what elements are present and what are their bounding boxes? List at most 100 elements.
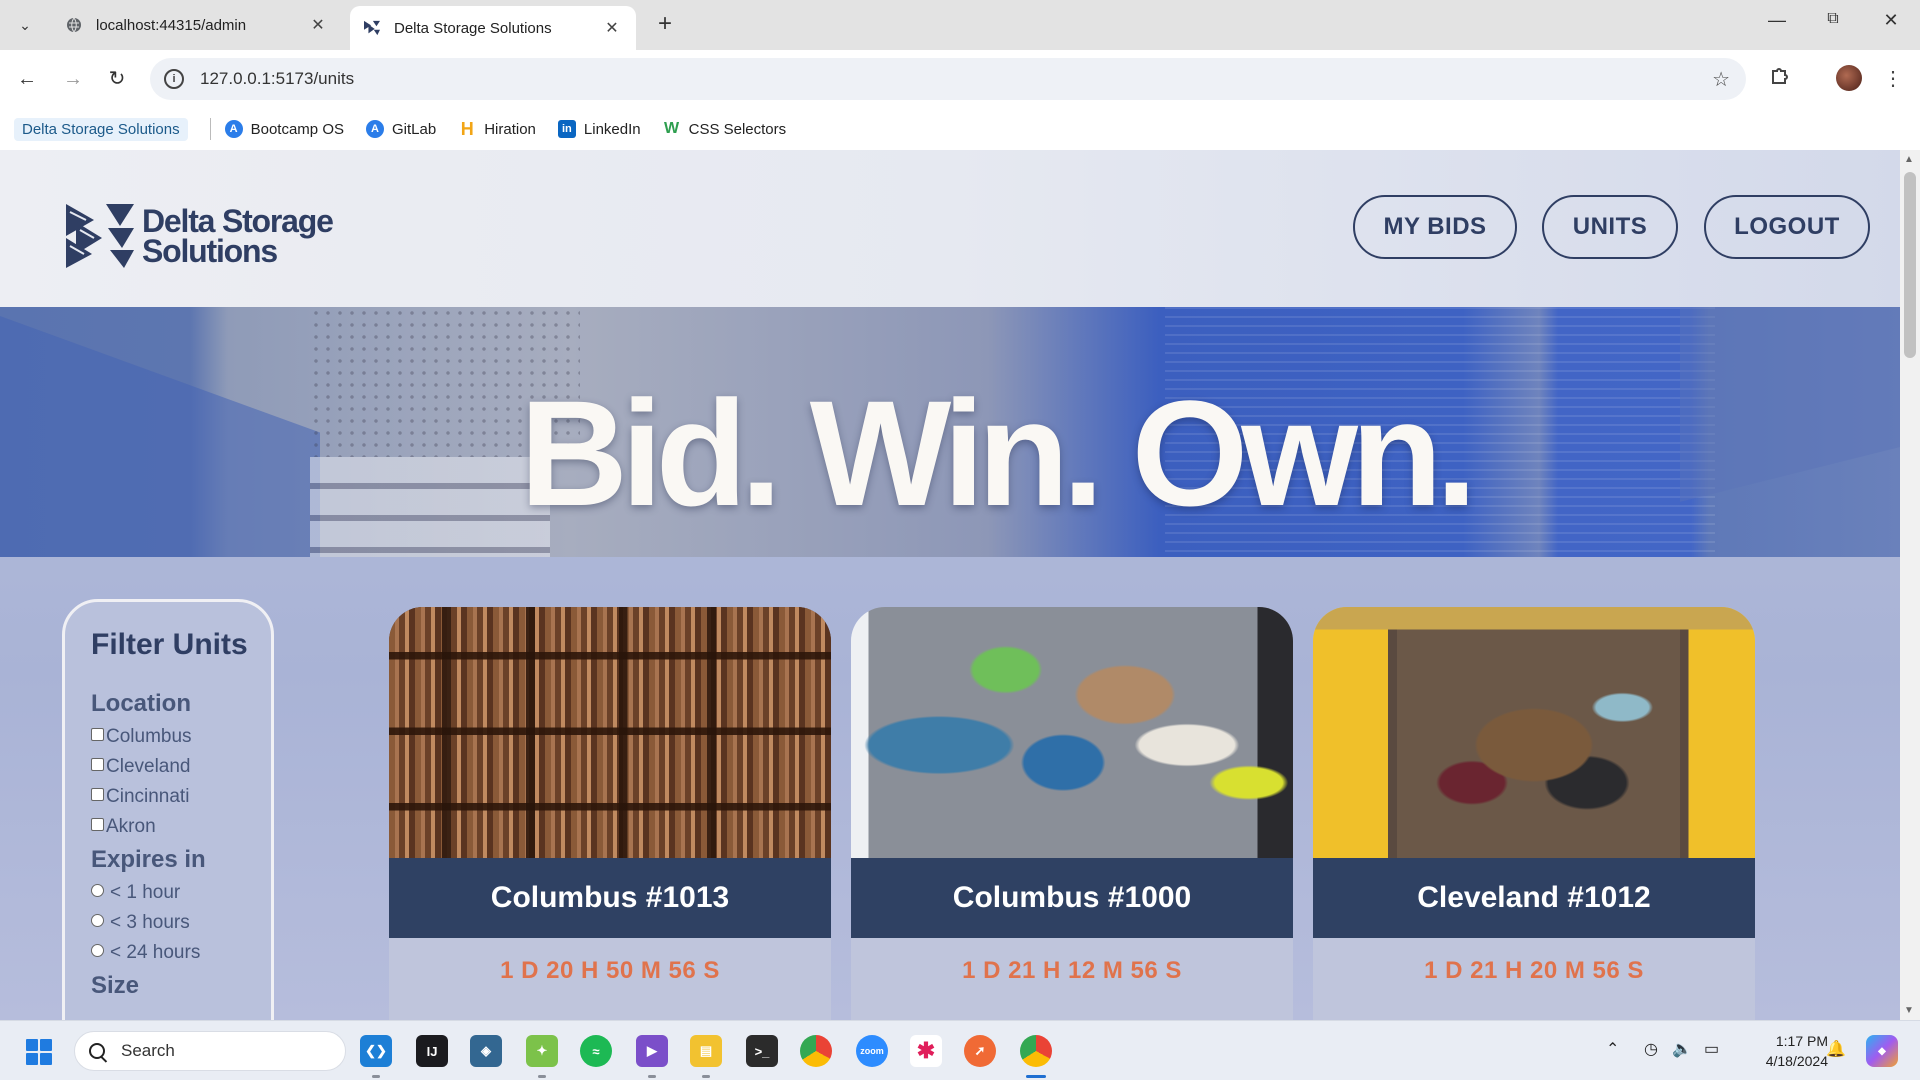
- active-indicator: [1026, 1075, 1046, 1078]
- vscode-icon[interactable]: ❮❯: [360, 1035, 392, 1067]
- clock-time: 1:17 PM: [1775, 1033, 1828, 1049]
- wifi-icon[interactable]: ◷: [1644, 1039, 1658, 1059]
- filter-expires-3-hours[interactable]: < 3 hours: [91, 908, 271, 938]
- filter-location-cleveland[interactable]: Cleveland: [91, 752, 271, 782]
- file-explorer-icon[interactable]: ▤: [690, 1035, 722, 1067]
- radio-button[interactable]: [91, 943, 104, 957]
- unit-name[interactable]: Cleveland #1012: [1313, 858, 1755, 938]
- restore-icon[interactable]: ⧉: [1818, 10, 1848, 28]
- bookmark-bootcamp-os[interactable]: A Bootcamp OS: [224, 120, 344, 138]
- bookmarks-bar: Delta Storage Solutions A Bootcamp OS A …: [0, 108, 1920, 150]
- visual-studio-icon[interactable]: ▶: [636, 1035, 668, 1067]
- bookmark-star-icon[interactable]: ☆: [1712, 67, 1730, 92]
- zoom-icon[interactable]: zoom: [856, 1035, 888, 1067]
- tab-delta-storage[interactable]: Delta Storage Solutions ✕: [350, 6, 636, 50]
- close-tab-icon[interactable]: ✕: [602, 18, 622, 38]
- scroll-down-arrow-icon[interactable]: ▼: [1904, 1005, 1914, 1016]
- scroll-thumb[interactable]: [1904, 172, 1916, 358]
- filter-location-columbus[interactable]: Columbus: [91, 722, 271, 752]
- chrome-icon[interactable]: [800, 1035, 832, 1067]
- extensions-puzzle-icon[interactable]: [1766, 64, 1796, 94]
- site-header: Delta Storage Solutions MY BIDS UNITS LO…: [0, 150, 1900, 307]
- bookmark-css-selectors[interactable]: W CSS Selectors: [663, 120, 787, 138]
- globe-icon: [66, 17, 82, 33]
- unit-photo[interactable]: [851, 607, 1293, 858]
- delta-logo-icon: [66, 204, 134, 268]
- tab-admin[interactable]: localhost:44315/admin ✕: [52, 6, 342, 44]
- filter-location-label: Location: [91, 690, 191, 717]
- menu-kebab-icon[interactable]: ⋮: [1878, 64, 1908, 94]
- taskbar-clock[interactable]: 1:17 PM 4/18/2024: [1744, 1031, 1828, 1071]
- chrome-active-icon[interactable]: [1020, 1035, 1052, 1067]
- tab-search-chevron-icon[interactable]: ⌄: [12, 12, 38, 38]
- tools-icon[interactable]: ✦: [526, 1035, 558, 1067]
- terminal-icon[interactable]: >_: [746, 1035, 778, 1067]
- checkbox[interactable]: [91, 787, 104, 801]
- filter-title: Filter Units: [91, 628, 248, 661]
- unit-photo[interactable]: [1313, 607, 1755, 858]
- close-tab-icon[interactable]: ✕: [308, 15, 328, 35]
- filter-panel: Filter Units Location Columbus Cleveland…: [62, 599, 274, 1020]
- filter-location-akron[interactable]: Akron: [91, 812, 271, 842]
- forward-arrow-icon[interactable]: →: [60, 66, 86, 92]
- unit-countdown: 1 D 20 H 50 M 56 S: [500, 957, 720, 984]
- bootcamp-icon: A: [224, 120, 243, 138]
- site-logo[interactable]: Delta Storage Solutions: [66, 203, 334, 269]
- unit-name[interactable]: Columbus #1000: [851, 858, 1293, 938]
- search-icon: [89, 1043, 105, 1059]
- notification-bell-icon[interactable]: 🔔: [1826, 1039, 1846, 1059]
- filter-expires-1-hour[interactable]: < 1 hour: [91, 878, 271, 908]
- bookmark-linkedin[interactable]: in LinkedIn: [557, 120, 641, 138]
- copilot-icon[interactable]: ◆: [1866, 1035, 1898, 1067]
- battery-icon[interactable]: ▭: [1704, 1039, 1719, 1059]
- filter-location-cincinnati[interactable]: Cincinnati: [91, 782, 271, 812]
- checkbox[interactable]: [91, 817, 104, 831]
- tray-chevron-icon[interactable]: ⌃: [1606, 1039, 1619, 1059]
- scroll-up-arrow-icon[interactable]: ▲: [1904, 154, 1914, 165]
- hero-banner: Bid. Win. Own.: [0, 307, 1900, 557]
- reload-icon[interactable]: ↻: [104, 66, 130, 92]
- unit-card[interactable]: Columbus #1013 1 D 20 H 50 M 56 S: [389, 607, 831, 1020]
- taskbar-search[interactable]: Search: [74, 1031, 346, 1071]
- close-window-icon[interactable]: ✕: [1876, 10, 1906, 31]
- intellij-icon[interactable]: IJ: [416, 1035, 448, 1067]
- checkbox[interactable]: [91, 757, 104, 771]
- radio-button[interactable]: [91, 883, 104, 897]
- unit-photo[interactable]: [389, 607, 831, 858]
- postman-icon[interactable]: ➚: [964, 1035, 996, 1067]
- logo-text-line2: Solutions: [142, 233, 278, 269]
- bookmark-hiration[interactable]: H Hiration: [458, 119, 536, 139]
- new-tab-plus-icon[interactable]: +: [652, 12, 678, 38]
- clock-date: 4/18/2024: [1765, 1053, 1828, 1069]
- filter-expires-24-hours[interactable]: < 24 hours: [91, 938, 271, 968]
- unit-name[interactable]: Columbus #1013: [389, 858, 831, 938]
- bookmark-gitlab[interactable]: A GitLab: [366, 120, 436, 138]
- bookmark-label: CSS Selectors: [688, 120, 787, 138]
- unit-card[interactable]: Columbus #1000 1 D 21 H 12 M 56 S: [851, 607, 1293, 1020]
- nav-units-button[interactable]: UNITS: [1542, 195, 1678, 259]
- windows-start-icon[interactable]: [26, 1039, 52, 1065]
- address-bar[interactable]: i 127.0.0.1:5173/units ☆: [150, 58, 1746, 100]
- unit-card[interactable]: Cleveland #1012 1 D 21 H 20 M 56 S: [1313, 607, 1755, 1020]
- bookmark-delta-storage[interactable]: Delta Storage Solutions: [14, 117, 188, 141]
- back-arrow-icon[interactable]: ←: [14, 66, 40, 92]
- site-info-icon[interactable]: i: [164, 69, 184, 89]
- filter-option-label: < 3 hours: [110, 912, 190, 933]
- volume-icon[interactable]: 🔈: [1672, 1039, 1692, 1059]
- bookmark-separator: [209, 118, 211, 140]
- nav-my-bids-button[interactable]: MY BIDS: [1353, 195, 1517, 259]
- browser-toolbar: ← → ↻ i 127.0.0.1:5173/units ☆ ⋮: [0, 50, 1920, 108]
- spotify-icon[interactable]: ≈: [580, 1035, 612, 1067]
- profile-avatar[interactable]: [1836, 65, 1862, 91]
- taskbar-search-placeholder: Search: [121, 1041, 175, 1060]
- logo-text-line1: Delta Storage: [142, 203, 334, 239]
- nav-logout-button[interactable]: LOGOUT: [1704, 195, 1870, 259]
- postgresql-icon[interactable]: ◈: [470, 1035, 502, 1067]
- page-scrollbar[interactable]: ▲ ▼: [1900, 150, 1920, 1020]
- minimize-icon[interactable]: —: [1762, 10, 1792, 31]
- running-indicator: [372, 1075, 380, 1078]
- url-text[interactable]: 127.0.0.1:5173/units: [200, 69, 354, 89]
- radio-button[interactable]: [91, 913, 104, 927]
- checkbox[interactable]: [91, 727, 104, 741]
- slack-icon[interactable]: ✱: [910, 1035, 942, 1067]
